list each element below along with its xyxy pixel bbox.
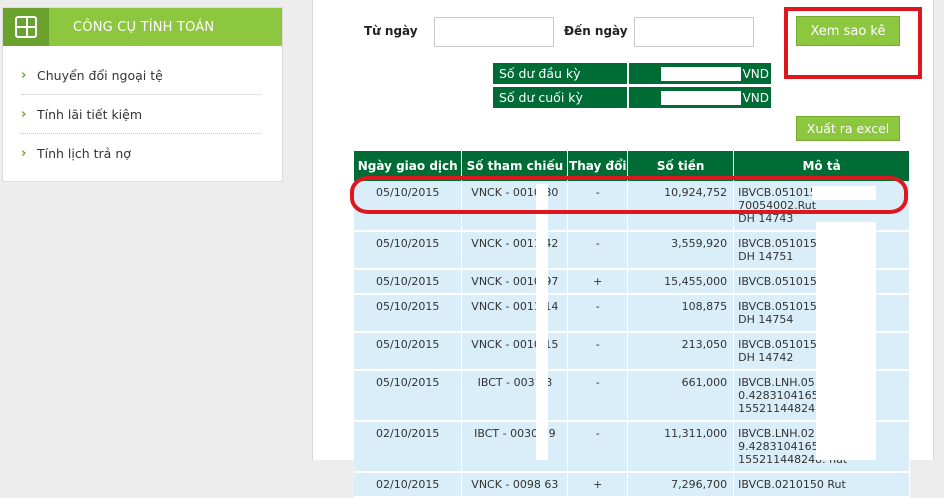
- cell-date: 05/10/2015: [354, 332, 463, 371]
- chevron-right-icon: ›: [21, 106, 27, 122]
- opening-balance-value: VND: [628, 62, 772, 85]
- calculator-tools-title: CÔNG CỤ TÍNH TOÁN: [73, 19, 215, 35]
- cell-amount: 661,000: [627, 370, 735, 422]
- cell-date: 02/10/2015: [354, 472, 463, 498]
- closing-balance-row: Số dư cuối kỳ VND: [492, 86, 772, 109]
- cell-date: 05/10/2015: [354, 294, 463, 333]
- sidebar-item-loan-schedule[interactable]: › Tính lịch trả nợ: [21, 134, 260, 173]
- export-excel-button[interactable]: Xuất ra excel: [796, 116, 900, 141]
- view-statement-button[interactable]: Xem sao kê: [796, 16, 900, 46]
- cell-description: IBVCB.0210150 Rut: [733, 472, 910, 498]
- cell-reference: IBCT - 0030 39: [461, 421, 569, 473]
- opening-balance-currency: VND: [742, 66, 769, 81]
- table-row[interactable]: 02/10/2015 VNCK - 0098 63 + 7,296,700 IB…: [354, 472, 910, 498]
- cell-reference: VNCK - 0011 42: [461, 231, 569, 270]
- redaction-mask: [816, 222, 876, 460]
- closing-balance-currency: VND: [742, 90, 769, 105]
- cell-change: -: [567, 370, 629, 422]
- cell-change: +: [567, 472, 629, 498]
- cell-amount: 7,296,700: [627, 472, 735, 498]
- cell-date: 02/10/2015: [354, 421, 463, 473]
- calculator-tools-panel: CÔNG CỤ TÍNH TOÁN › Chuyển đổi ngoại tệ …: [2, 7, 283, 182]
- balance-summary: Số dư đầu kỳ VND Số dư cuối kỳ VND: [492, 62, 772, 110]
- desc-line: IBVCB.0210150 Rut: [738, 478, 846, 491]
- cell-date: 05/10/2015: [354, 370, 463, 422]
- redaction-mask: [660, 66, 741, 81]
- first-row-highlight: [350, 176, 908, 214]
- from-date-input[interactable]: [434, 17, 554, 47]
- cell-date: 05/10/2015: [354, 231, 463, 270]
- cell-reference: VNCK - 0010 97: [461, 269, 569, 295]
- to-date-input[interactable]: [634, 17, 754, 47]
- calculator-tools-header: CÔNG CỤ TÍNH TOÁN: [3, 8, 282, 46]
- redaction-mask: [536, 184, 548, 460]
- cell-reference: VNCK - 0098 63: [461, 472, 569, 498]
- cell-amount: 11,311,000: [627, 421, 735, 473]
- cell-change: -: [567, 231, 629, 270]
- sidebar-item-label: Tính lịch trả nợ: [37, 146, 131, 161]
- to-date-label: Đến ngày: [564, 24, 628, 38]
- cell-reference: VNCK - 0010 15: [461, 332, 569, 371]
- cell-change: -: [567, 332, 629, 371]
- chevron-right-icon: ›: [21, 146, 27, 161]
- sidebar-item-label: Tính lãi tiết kiệm: [37, 106, 143, 122]
- cell-amount: 15,455,000: [627, 269, 735, 295]
- sidebar-item-currency-exchange[interactable]: › Chuyển đổi ngoại tệ: [21, 56, 260, 95]
- from-date-label: Từ ngày: [364, 24, 418, 38]
- sidebar-item-savings-interest[interactable]: › Tính lãi tiết kiệm: [21, 95, 260, 134]
- cell-reference: IBCT - 0031 8: [461, 370, 569, 422]
- calculator-icon: [15, 16, 37, 38]
- cell-date: 05/10/2015: [354, 269, 463, 295]
- cell-change: +: [567, 269, 629, 295]
- closing-balance-label: Số dư cuối kỳ: [492, 86, 628, 109]
- cell-change: -: [567, 294, 629, 333]
- cell-reference: VNCK - 0011 14: [461, 294, 569, 333]
- cell-amount: 213,050: [627, 332, 735, 371]
- cell-amount: 3,559,920: [627, 231, 735, 270]
- opening-balance-label: Số dư đầu kỳ: [492, 62, 628, 85]
- sidebar-item-label: Chuyển đổi ngoại tệ: [37, 67, 163, 83]
- calculator-icon-box: [3, 8, 49, 46]
- calculator-tools-list: › Chuyển đổi ngoại tệ › Tính lãi tiết ki…: [3, 46, 282, 173]
- cell-change: -: [567, 421, 629, 473]
- opening-balance-row: Số dư đầu kỳ VND: [492, 62, 772, 85]
- closing-balance-value: VND: [628, 86, 772, 109]
- redaction-mask: [660, 90, 741, 105]
- chevron-right-icon: ›: [21, 67, 27, 83]
- cell-amount: 108,875: [627, 294, 735, 333]
